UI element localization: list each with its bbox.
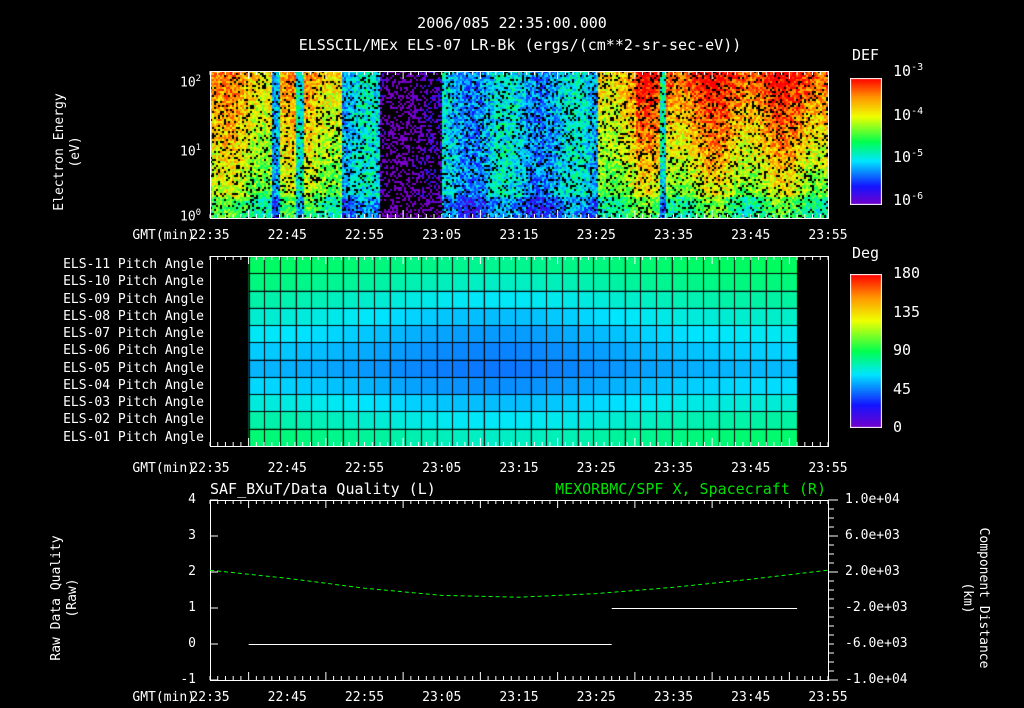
panel-frame [210,71,829,219]
plot-window: 2006/085 22:35:00.000 ELSSCIL/MEx ELS-07… [0,0,1024,708]
panel-frame [210,500,829,681]
plot-axes [209,71,838,681]
spf-x-line [209,569,829,598]
panel-frame [210,256,829,447]
